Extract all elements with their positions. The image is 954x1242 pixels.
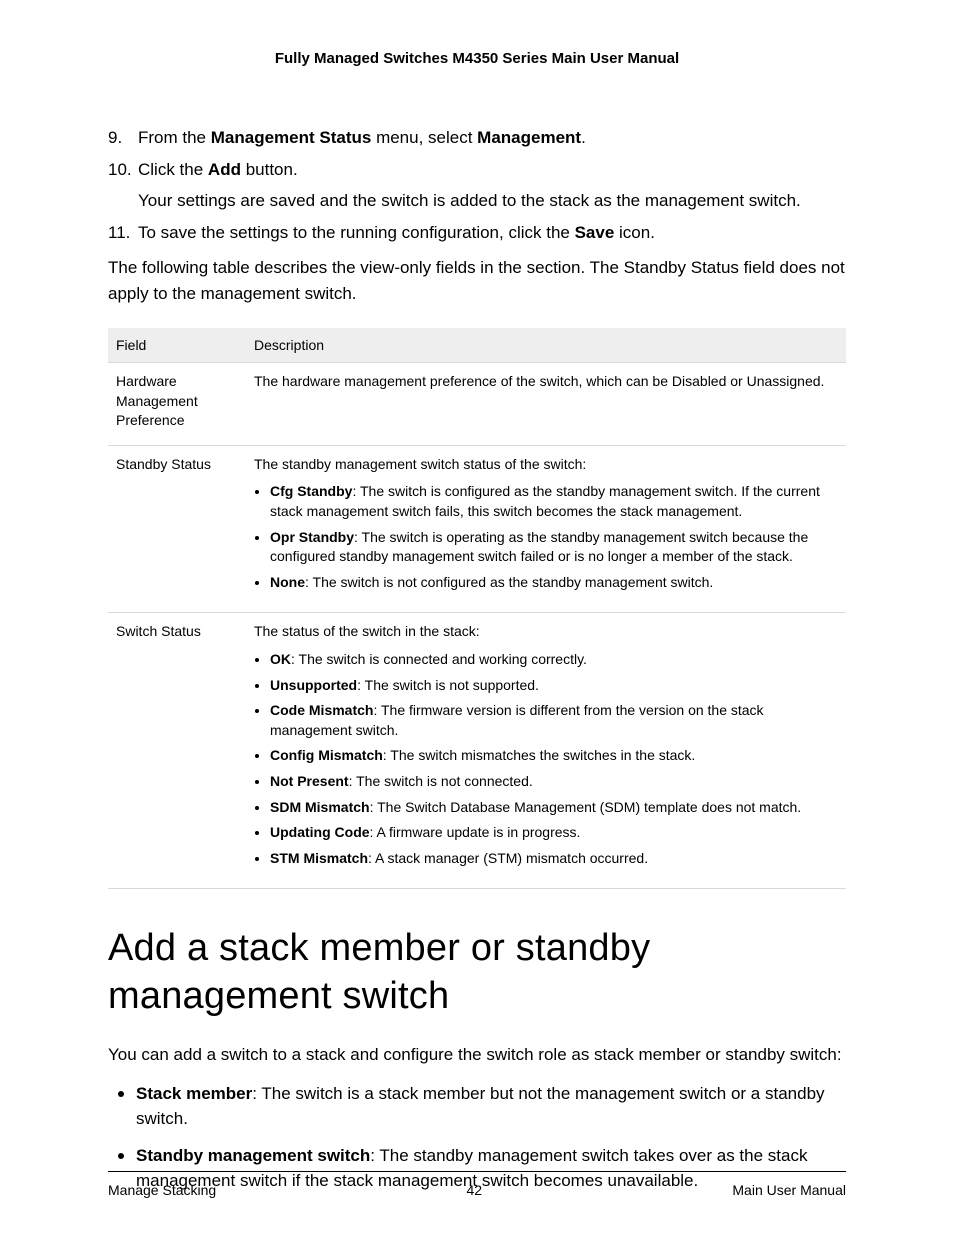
table-row: Hardware Management Preference The hardwa… xyxy=(108,363,846,446)
section-title: Add a stack member or standby management… xyxy=(108,925,846,1020)
desc-bullet: OK: The switch is connected and working … xyxy=(270,650,838,670)
step-sub-text: Your settings are saved and the switch i… xyxy=(138,188,846,214)
field-desc-cell: The hardware management preference of th… xyxy=(246,363,846,446)
desc-bullet: Cfg Standby: The switch is configured as… xyxy=(270,482,838,521)
footer-page-number: 42 xyxy=(467,1182,483,1198)
field-table-body: Hardware Management Preference The hardwa… xyxy=(108,363,846,889)
step-number: 9. xyxy=(108,125,122,151)
desc-bullet: Config Mismatch: The switch mismatches t… xyxy=(270,746,838,766)
desc-bullet: Code Mismatch: The firmware version is d… xyxy=(270,701,838,740)
page-footer: Manage Stacking 42 Main User Manual xyxy=(108,1171,846,1198)
step-body: Click the Add button. Your settings are s… xyxy=(138,157,846,214)
step-list: 9. From the Management Status menu, selec… xyxy=(108,125,846,245)
section-list-item: Stack member: The switch is a stack memb… xyxy=(136,1078,846,1132)
field-name-cell: Standby Status xyxy=(108,445,246,613)
field-name-cell: Hardware Management Preference xyxy=(108,363,246,446)
field-table: Field Description Hardware Management Pr… xyxy=(108,328,846,889)
table-intro: The following table describes the view-o… xyxy=(108,255,846,306)
desc-bullet-list: Cfg Standby: The switch is configured as… xyxy=(254,482,838,592)
desc-bullet: STM Mismatch: A stack manager (STM) mism… xyxy=(270,849,838,869)
table-header-field: Field xyxy=(108,328,246,363)
desc-bullet: None: The switch is not configured as th… xyxy=(270,573,838,593)
desc-bullet: SDM Mismatch: The Switch Database Manage… xyxy=(270,798,838,818)
desc-intro: The status of the switch in the stack: xyxy=(254,622,838,642)
desc-bullet: Updating Code: A firmware update is in p… xyxy=(270,823,838,843)
table-row: Switch StatusThe status of the switch in… xyxy=(108,613,846,889)
section-body: You can add a switch to a stack and conf… xyxy=(108,1042,846,1068)
step-text: From the Management Status menu, select … xyxy=(138,128,586,147)
document-header: Fully Managed Switches M4350 Series Main… xyxy=(108,50,846,67)
desc-intro: The standby management switch status of … xyxy=(254,455,838,475)
table-header-desc: Description xyxy=(246,328,846,363)
field-desc-cell: The standby management switch status of … xyxy=(246,445,846,613)
step-number: 11. xyxy=(108,220,130,246)
step-item: 9. From the Management Status menu, selec… xyxy=(108,125,846,151)
footer-left: Manage Stacking xyxy=(108,1182,216,1198)
desc-intro: The hardware management preference of th… xyxy=(254,372,838,392)
desc-bullet-list: OK: The switch is connected and working … xyxy=(254,650,838,868)
field-desc-cell: The status of the switch in the stack: OK… xyxy=(246,613,846,889)
step-item: 11. To save the settings to the running c… xyxy=(108,220,846,246)
step-text: To save the settings to the running conf… xyxy=(138,223,655,242)
table-row: Standby Status The standby management swi… xyxy=(108,445,846,613)
step-text: Click the Add button. xyxy=(138,160,298,179)
desc-bullet: Unsupported: The switch is not supported… xyxy=(270,676,838,696)
step-item: 10. Click the Add button. Your settings ar… xyxy=(108,157,846,214)
step-number: 10. xyxy=(108,157,132,183)
field-name-cell: Switch Status xyxy=(108,613,246,889)
footer-right: Main User Manual xyxy=(732,1182,846,1198)
desc-bullet: Opr Standby: The switch is operating as … xyxy=(270,528,838,567)
desc-bullet: Not Present: The switch is not connected… xyxy=(270,772,838,792)
step-body: To save the settings to the running conf… xyxy=(138,220,846,246)
step-body: From the Management Status menu, select … xyxy=(138,125,846,151)
